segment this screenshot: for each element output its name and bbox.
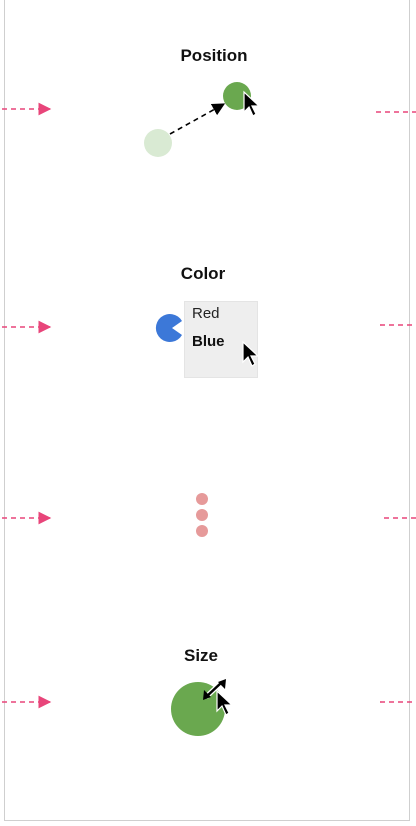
circle-start-faded <box>144 129 172 157</box>
section-title-position: Position <box>180 46 248 65</box>
circle-blue-pacman <box>155 314 182 342</box>
section-title-size: Size <box>183 646 219 665</box>
color-dropdown-menu[interactable]: Red Blue <box>184 301 258 378</box>
menu-option-blue[interactable]: Blue <box>192 333 225 350</box>
loading-dot-2 <box>196 509 208 521</box>
move-arrow <box>169 103 226 135</box>
cursor-icon <box>243 90 261 117</box>
section-title-color: Color <box>180 264 226 283</box>
diagram-canvas <box>2 82 416 736</box>
menu-option-red[interactable]: Red <box>192 305 220 322</box>
loading-dot-1 <box>196 493 208 505</box>
loading-dot-3 <box>196 525 208 537</box>
